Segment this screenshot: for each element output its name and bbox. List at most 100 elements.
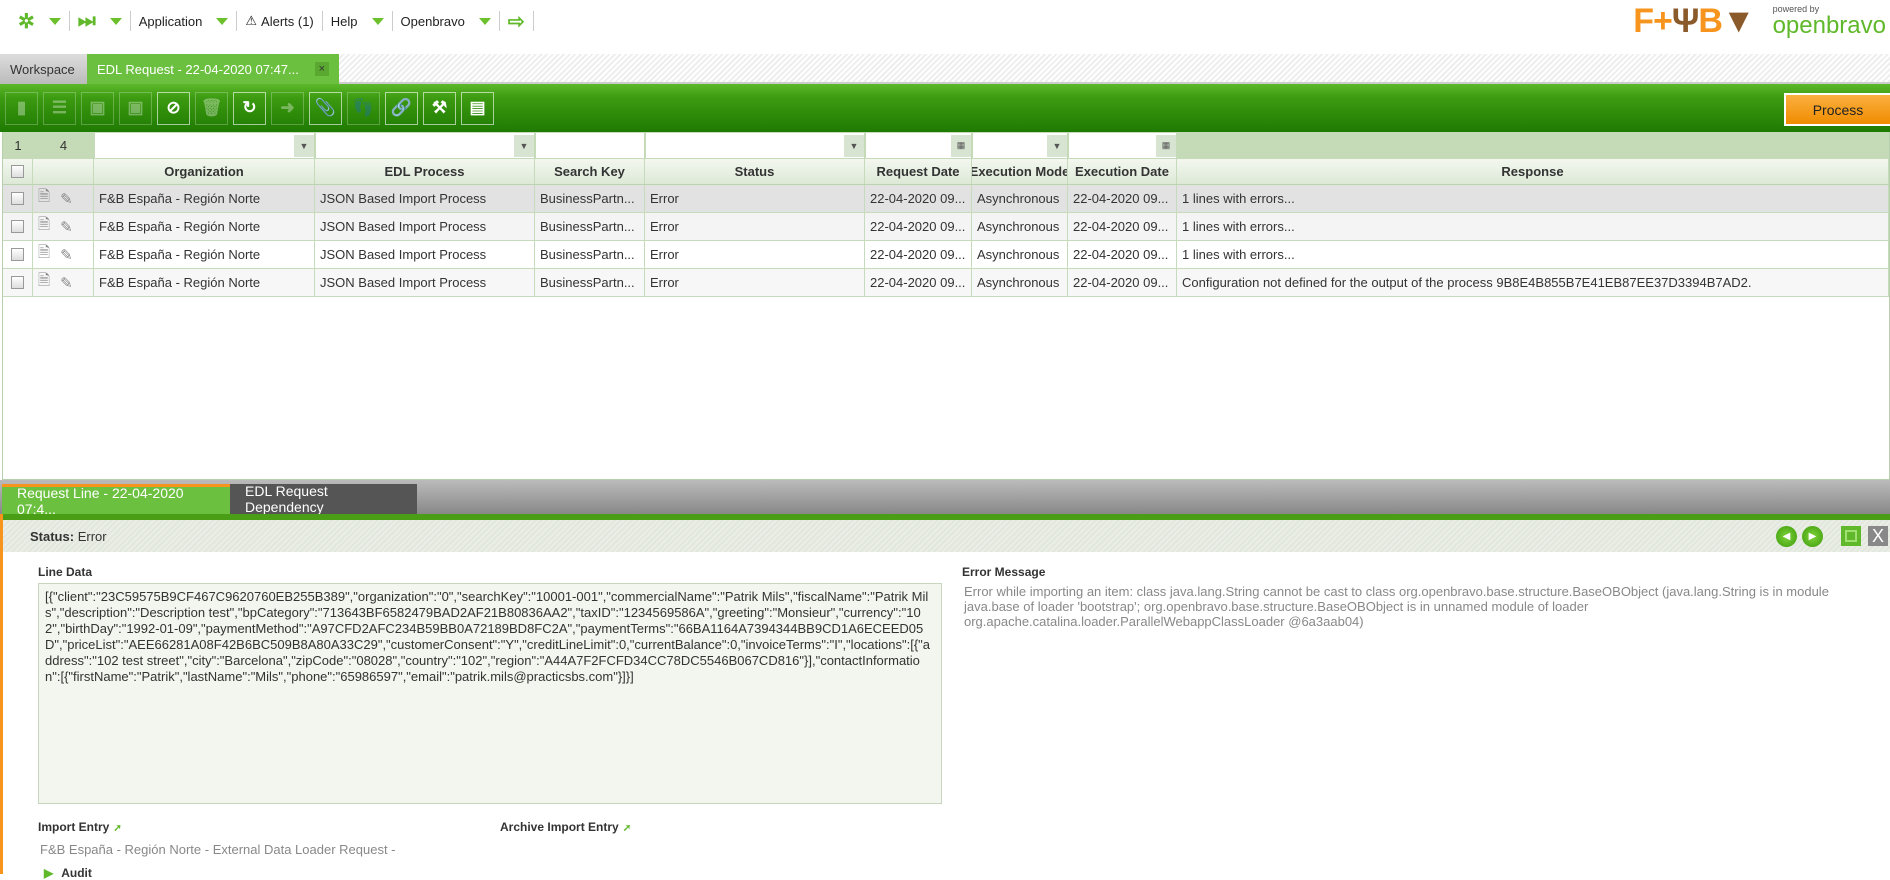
calendar-icon[interactable]: ▦ [951,134,971,157]
document-icon[interactable]: 🗎 [38,242,50,267]
tools-button[interactable]: ⚒ [423,91,456,125]
cell-response: 1 lines with errors... [1177,241,1889,268]
cell-search-key: BusinessPartn... [535,269,645,296]
cell-organization: F&B España - Región Norte [94,185,315,212]
tab-edl-request-dependency[interactable]: EDL Request Dependency [230,483,417,515]
maximize-button[interactable] [1841,526,1861,546]
edit-pencil-icon[interactable]: ✎ [60,274,73,292]
filter-execution-date[interactable]: ▦ [1068,132,1177,159]
save-close-button[interactable]: ▣ [119,91,152,125]
audit-trail-button[interactable]: 👣 [347,91,380,125]
link-icon: 🔗 [390,98,413,117]
document-icon[interactable]: 🗎 [38,186,50,211]
cell-request-date: 22-04-2020 09... [865,185,972,212]
row-checkbox[interactable] [3,185,33,212]
table-row[interactable]: 🗎 ✎ F&B España - Región Norte JSON Based Im… [3,185,1889,213]
header-response[interactable]: Response [1177,159,1889,184]
link-button[interactable]: 🔗 [385,91,418,125]
user-label: Openbravo [400,13,465,29]
filter-edl-process[interactable]: ▼ [315,132,535,159]
filter-execution-mode[interactable]: ▼ [972,132,1068,159]
row-checkbox[interactable] [3,241,33,268]
cell-execution-date: 22-04-2020 09... [1068,241,1177,268]
filter-request-date[interactable]: ▦ [865,132,972,159]
wrench-icon: ⚒ [431,98,448,117]
header-execution-date[interactable]: Execution Date [1068,159,1177,184]
cell-execution-date: 22-04-2020 09... [1068,213,1177,240]
toggle-view-button[interactable]: ▤ [461,91,494,125]
application-menu[interactable]: Application [131,11,238,31]
header-status[interactable]: Status [645,159,865,184]
openbravo-logo: powered by openbravo [1773,4,1886,38]
filter-search-key[interactable] [535,132,645,159]
next-record-button[interactable]: ▶ [1802,526,1823,547]
dropdown-arrow-icon[interactable]: ▼ [514,134,534,157]
undo-button[interactable]: ⊘ [157,91,190,125]
export-button[interactable]: ➜ [271,91,304,125]
cell-search-key: BusinessPartn... [535,213,645,240]
header-request-date[interactable]: Request Date [865,159,972,184]
row-actions: 🗎 ✎ [33,241,94,268]
chevron-down-icon [216,17,229,25]
document-icon[interactable]: 🗎 [38,270,50,295]
attachment-button[interactable]: 📎 [309,91,342,125]
cell-organization: F&B España - Región Norte [94,269,315,296]
quick-launch-button[interactable]: ✲ [10,11,70,33]
logout-icon: ⇨ [507,10,525,33]
table-row[interactable]: 🗎 ✎ F&B España - Región Norte JSON Based Im… [3,213,1889,241]
header-edl-process[interactable]: EDL Process [315,159,535,184]
cell-search-key: BusinessPartn... [535,241,645,268]
header-execution-mode[interactable]: Execution Mode [972,159,1068,184]
edit-pencil-icon[interactable]: ✎ [60,190,73,208]
cell-response: Configuration not defined for the output… [1177,269,1889,296]
edit-pencil-icon[interactable]: ✎ [60,246,73,264]
cell-execution-mode: Asynchronous [972,185,1068,212]
user-menu[interactable]: Openbravo [393,11,500,31]
dropdown-arrow-icon[interactable]: ▼ [844,134,864,157]
cell-status: Error [645,241,865,268]
filter-organization[interactable]: ▼ [94,132,315,159]
status-bar: Status: Error ◀ ▶ X [0,520,1890,552]
filter-status[interactable]: ▼ [645,132,865,159]
tab-request-line[interactable]: Request Line - 22-04-2020 07:4... [2,484,230,517]
select-all-checkbox[interactable] [3,159,33,184]
tab-edl-request[interactable]: EDL Request - 22-04-2020 07:47... × [87,54,339,84]
filter-response [1177,132,1889,159]
new-row-button[interactable]: ☰ [43,91,76,125]
external-link-icon[interactable]: ➚ [623,823,631,834]
refresh-button[interactable]: ↻ [233,91,266,125]
recent-button[interactable]: ⏭ [70,10,131,32]
dropdown-arrow-icon[interactable]: ▼ [294,134,314,157]
close-form-button[interactable]: X [1868,526,1888,546]
audit-section-toggle[interactable]: ▶ Audit [44,866,92,880]
row-actions: 🗎 ✎ [33,213,94,240]
header-search-key[interactable]: Search Key [535,159,645,184]
document-icon[interactable]: 🗎 [38,214,50,239]
previous-record-button[interactable]: ◀ [1776,526,1797,547]
external-link-icon[interactable]: ➚ [113,823,121,834]
refresh-icon: ↻ [242,98,257,117]
edit-pencil-icon[interactable]: ✎ [60,218,73,236]
openbravo-text: openbravo [1772,12,1886,39]
line-data-textarea[interactable]: [{"client":"23C59575B9CF467C9620760EB255… [38,583,942,804]
import-entry-value[interactable]: F&B España - Región Norte - External Dat… [40,842,396,857]
close-tab-icon[interactable]: × [314,62,329,76]
logout-button[interactable]: ⇨ [500,10,534,33]
delete-button[interactable]: 🗑 [195,91,228,125]
new-document-button[interactable]: ▮ [5,91,38,125]
checkbox-icon [11,220,24,233]
row-checkbox[interactable] [3,269,33,296]
process-button[interactable]: Process [1784,93,1890,126]
table-row[interactable]: 🗎 ✎ F&B España - Región Norte JSON Based Im… [3,241,1889,269]
calendar-icon[interactable]: ▦ [1156,134,1176,157]
warning-icon: ⚠ [245,13,258,28]
import-entry-label-text: Import Entry [38,820,110,834]
tab-workspace[interactable]: Workspace [0,54,87,84]
help-menu[interactable]: Help [323,11,393,31]
table-row[interactable]: 🗎 ✎ F&B España - Región Norte JSON Based Im… [3,269,1889,297]
alerts-link[interactable]: ⚠ Alerts (1) [237,11,323,31]
header-organization[interactable]: Organization [94,159,315,184]
save-button[interactable]: ▣ [81,91,114,125]
row-checkbox[interactable] [3,213,33,240]
dropdown-arrow-icon[interactable]: ▼ [1047,134,1067,157]
